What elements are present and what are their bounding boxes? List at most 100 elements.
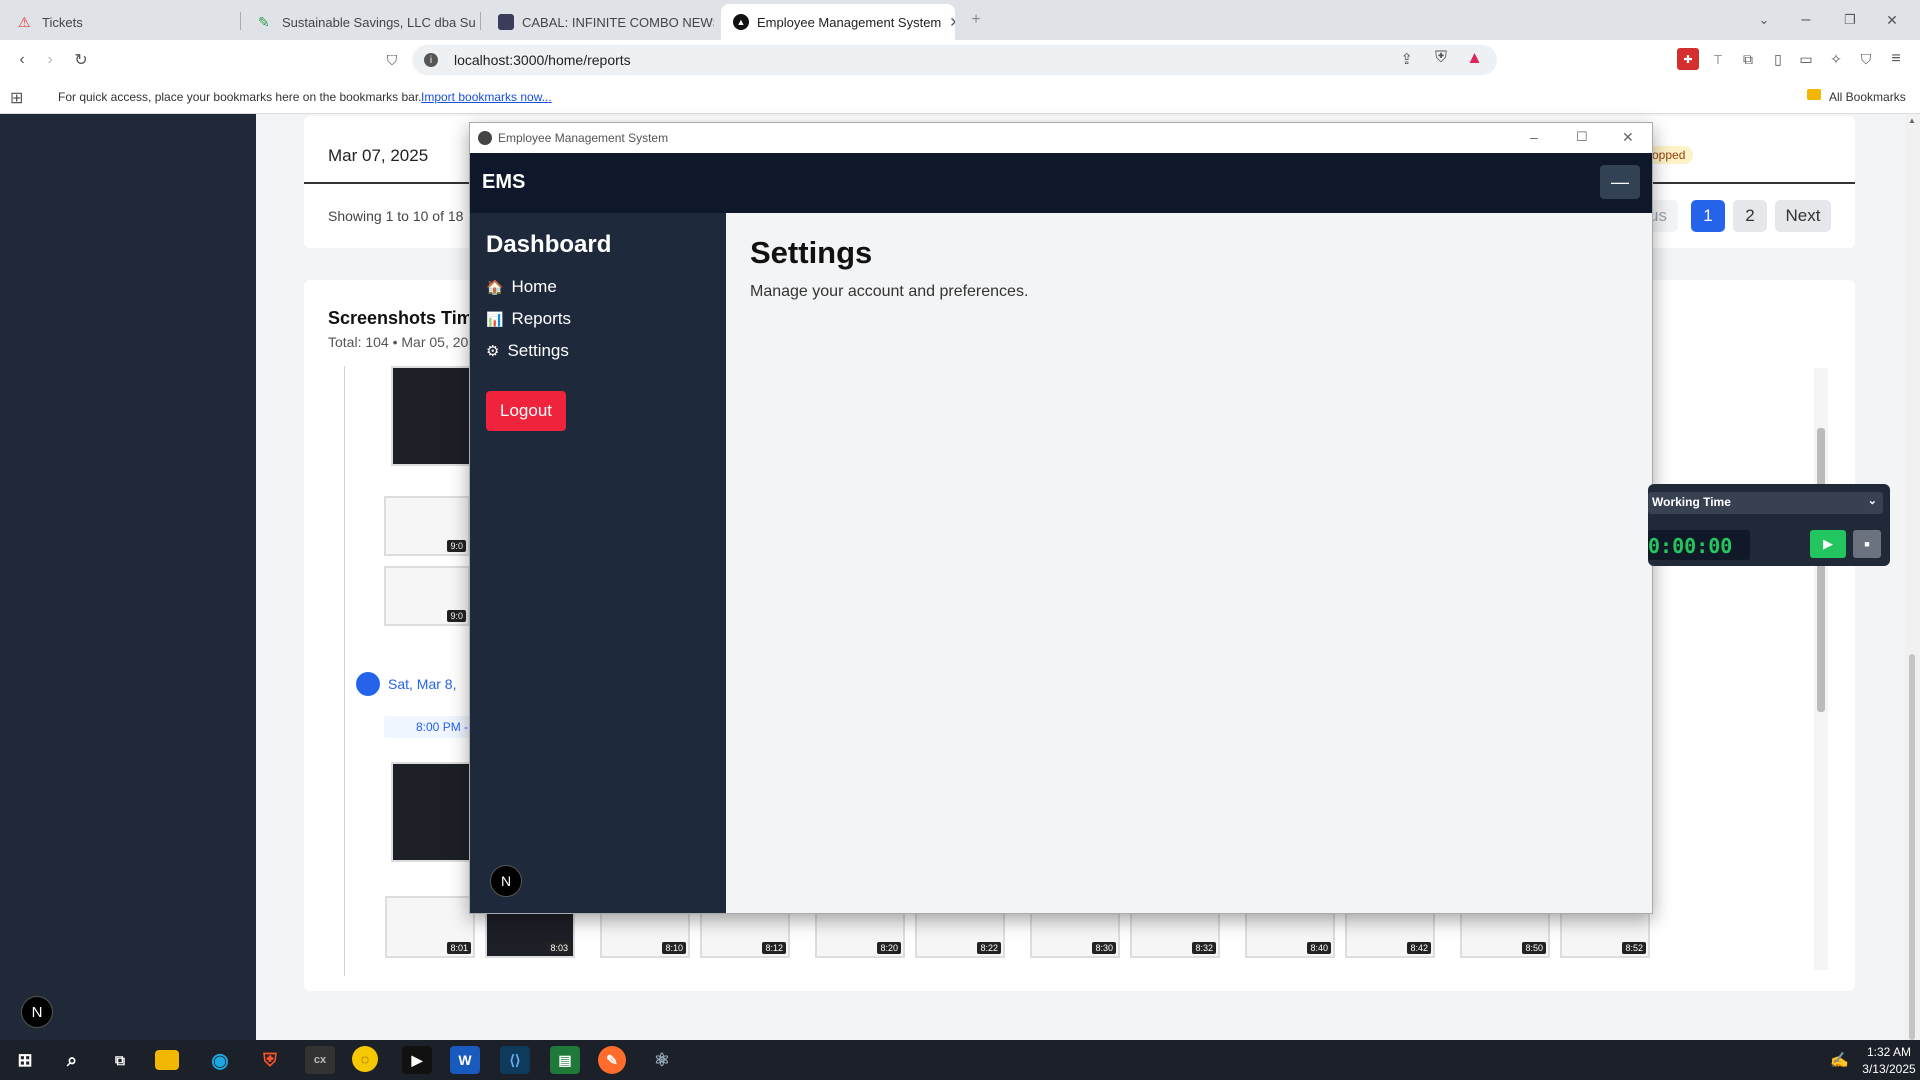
extension-t-icon[interactable]: T — [1707, 48, 1729, 70]
screenshot-thumbnail[interactable] — [391, 762, 471, 862]
system-clock[interactable]: 1:32 AM 3/13/2025 — [1862, 1044, 1916, 1078]
tab-employee-management[interactable]: ▲ Employee Management System ✕ — [721, 4, 955, 40]
back-icon[interactable]: ‹ — [10, 48, 34, 72]
page-scrollbar-thumb[interactable] — [1909, 654, 1915, 1040]
wallet-icon[interactable]: ▭ — [1795, 48, 1817, 70]
postman-icon[interactable]: ✎ — [598, 1046, 626, 1074]
leo-ai-icon[interactable]: ✧ — [1825, 48, 1847, 70]
vpn-shield-icon[interactable]: ⛉ — [1855, 48, 1877, 70]
close-tab-icon[interactable]: ✕ — [949, 14, 955, 31]
timeline-scrollbar[interactable] — [1814, 368, 1828, 970]
close-window-icon[interactable]: ✕ — [1880, 8, 1904, 32]
nextjs-favicon-icon: ▲ — [733, 14, 749, 30]
apps-grid-icon[interactable]: ⊞ — [10, 88, 23, 108]
tab-tickets[interactable]: ⚠ Tickets — [6, 4, 236, 40]
address-bar[interactable]: i localhost:3000/home/reports ⇪ ⛨ ▲ — [412, 45, 1497, 75]
edge-icon[interactable]: ◉ — [205, 1046, 235, 1074]
terminal-app-icon[interactable]: cx — [305, 1046, 335, 1074]
word-icon[interactable]: W — [450, 1046, 480, 1074]
logout-button[interactable]: Logout — [486, 391, 566, 431]
electron-app-icon[interactable]: ⚛ — [647, 1046, 677, 1074]
timer-mode-value: Working Time — [1652, 495, 1731, 509]
timer-widget: Working Time ⌄ 0:00:00 ▶ ■ — [1648, 484, 1890, 566]
page-1-button[interactable]: 1 — [1691, 200, 1725, 232]
spreadsheet-icon[interactable]: ▤ — [550, 1046, 580, 1074]
screenshots-subtitle: Total: 104 • Mar 05, 20 — [328, 334, 469, 350]
bookmarks-bar: ⊞ For quick access, place your bookmarks… — [0, 80, 1920, 114]
user-avatar[interactable]: N — [490, 865, 522, 897]
thumbnail-time: 8:20 — [877, 942, 901, 954]
tab-search-chevron-icon[interactable]: ⌄ — [1752, 8, 1776, 32]
tab-sustainable-savings[interactable]: ✎ Sustainable Savings, LLC dba Sustai — [246, 4, 476, 40]
folder-icon — [1807, 89, 1821, 100]
brave-shields-icon[interactable]: ⛨ — [1435, 49, 1447, 67]
extensions-puzzle-icon[interactable]: ⧉ — [1737, 48, 1759, 70]
extension-red-icon[interactable]: ✚ — [1677, 48, 1699, 70]
minimize-icon[interactable]: – — [1794, 8, 1818, 32]
task-view-icon[interactable]: ⧉ — [105, 1046, 135, 1074]
screenshot-thumbnail[interactable]: 9:0 — [384, 496, 470, 556]
screenshot-thumbnail[interactable]: 8:01 — [385, 896, 475, 958]
restore-icon[interactable]: ❐ — [1838, 8, 1862, 32]
timeline-day-dot — [356, 672, 380, 696]
import-bookmarks-link[interactable]: Import bookmarks now... — [421, 90, 552, 104]
screenshot-thumbnail[interactable] — [391, 366, 471, 466]
cursor-app-icon[interactable]: ▶ — [402, 1046, 432, 1074]
play-button[interactable]: ▶ — [1810, 530, 1846, 558]
chat-app-icon[interactable]: ◌ — [352, 1046, 378, 1072]
timeline-line — [344, 366, 345, 976]
home-icon: 🏠 — [486, 278, 504, 295]
timeline-scrollbar-thumb[interactable] — [1817, 428, 1825, 712]
thumbnail-time: 8:32 — [1192, 942, 1216, 954]
tab-title: CABAL: INFINITE COMBO NEWS — [522, 14, 714, 30]
new-tab-icon[interactable]: + — [966, 8, 986, 32]
thumbnail-time: 8:50 — [1522, 942, 1546, 954]
clock-time: 1:32 AM — [1866, 1045, 1912, 1059]
stop-button[interactable]: ■ — [1853, 530, 1881, 558]
bookmarks-hint-text: For quick access, place your bookmarks h… — [58, 90, 422, 104]
reload-icon[interactable]: ↻ — [69, 48, 93, 72]
next-page-button[interactable]: Next — [1775, 200, 1831, 232]
vscode-icon[interactable]: ⟨⟩ — [500, 1046, 530, 1074]
app-sidebar: Dashboard 🏠 Home 📊 Reports ⚙ Settings Lo… — [470, 213, 726, 913]
report-date-cell: Mar 07, 2025 — [328, 146, 429, 165]
sidebar-item-home[interactable]: 🏠 Home — [486, 277, 557, 297]
file-explorer-icon[interactable] — [155, 1050, 179, 1070]
page-avatar[interactable]: N — [21, 996, 53, 1028]
browser-tab-bar: ⚠ Tickets ✎ Sustainable Savings, LLC dba… — [0, 0, 1920, 40]
sidebar-item-label: Settings — [507, 341, 569, 360]
timer-mode-select[interactable]: Working Time ⌄ — [1648, 492, 1883, 514]
all-bookmarks-button[interactable]: All Bookmarks — [1829, 90, 1906, 104]
bookmark-icon[interactable]: ⛉ — [380, 48, 404, 72]
pen-icon[interactable]: ✍ — [1830, 1051, 1849, 1069]
forward-icon[interactable]: › — [38, 48, 62, 72]
thumbnail-time: 8:01 — [447, 942, 471, 954]
search-icon[interactable]: ⌕ — [57, 1046, 87, 1074]
screenshot-thumbnail[interactable]: 9:0 — [384, 566, 470, 626]
window-maximize-icon[interactable]: ☐ — [1576, 129, 1588, 145]
page-scrollbar[interactable]: ▲ — [1905, 114, 1920, 1040]
clock-date: 3/13/2025 — [1862, 1062, 1916, 1076]
menu-hamburger-icon[interactable]: ≡ — [1885, 48, 1907, 70]
page-2-button[interactable]: 2 — [1733, 200, 1767, 232]
tab-cabal[interactable]: CABAL: INFINITE COMBO NEWS — [486, 4, 714, 40]
brave-rewards-icon[interactable]: ▲ — [1466, 48, 1483, 68]
scroll-up-icon[interactable]: ▲ — [1908, 116, 1916, 125]
window-close-icon[interactable]: ✕ — [1622, 129, 1634, 146]
sidebar-toggle-icon[interactable]: ▯ — [1767, 48, 1789, 70]
brave-icon[interactable]: ⛨ — [255, 1046, 285, 1074]
chevron-down-icon: ⌄ — [1867, 495, 1877, 507]
url-text: localhost:3000/home/reports — [454, 52, 631, 68]
thumbnail-time: 8:40 — [1307, 942, 1331, 954]
site-info-icon[interactable]: i — [424, 53, 438, 67]
screenshots-title: Screenshots Tim — [328, 308, 473, 328]
sidebar-item-settings[interactable]: ⚙ Settings — [486, 341, 569, 361]
menu-toggle-button[interactable]: — — [1600, 165, 1640, 199]
share-icon[interactable]: ⇪ — [1400, 50, 1413, 68]
app-brand[interactable]: EMS — [482, 171, 525, 194]
app-header: EMS — — [470, 153, 1652, 213]
sidebar-item-reports[interactable]: 📊 Reports — [486, 309, 571, 329]
window-minimize-icon[interactable]: – — [1530, 129, 1538, 145]
cabal-favicon-icon — [498, 14, 514, 30]
windows-start-icon[interactable]: ⊞ — [10, 1046, 40, 1074]
